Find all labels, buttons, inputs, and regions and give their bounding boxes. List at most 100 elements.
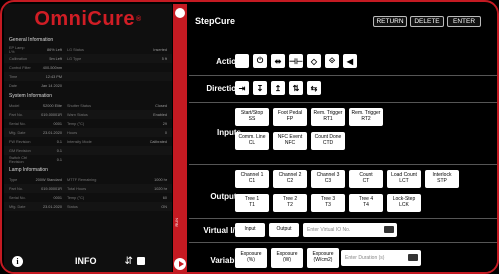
divider (189, 164, 497, 165)
output-button[interactable]: Lock-Step LCK (387, 194, 421, 212)
keyboard-icon[interactable] (408, 254, 418, 261)
info-value: 23.01.2020 (42, 130, 62, 135)
expand-icon[interactable]: ⇹ (271, 54, 285, 68)
general-info-table: EP Lamp L% 86% Left LG Status Inserted Calib… (4, 45, 172, 90)
output-button[interactable]: Interlock STP (425, 170, 459, 188)
input-button[interactable]: NFC Event NFC (273, 132, 307, 150)
info-key: Control Filter (9, 65, 31, 70)
speaker-icon[interactable]: ◀ (343, 54, 357, 68)
contract-icon[interactable]: ⊣⊢ (289, 54, 303, 68)
arrow-swap-icon[interactable]: ⇆ (307, 81, 321, 95)
system-info-title: System Information (9, 93, 53, 99)
lamp-info-table: Type 200W Standard MTTF Remaining 1000 hr Pa… (4, 175, 172, 211)
output-button[interactable]: Tree 4 T4 (349, 194, 383, 212)
info-key: Mfg. Date (9, 130, 26, 135)
output-label: LCK (399, 202, 409, 208)
output-label: T2 (287, 202, 293, 208)
input-label: RT1 (323, 116, 333, 122)
output-button[interactable]: Tree 1 T1 (235, 194, 269, 212)
info-value: 0001 (53, 195, 62, 200)
input-button[interactable]: Rem. Trigger RT2 (349, 108, 383, 126)
plug-icon (136, 257, 145, 265)
info-key: LG Status (67, 47, 84, 52)
run-strip[interactable]: RUN (173, 4, 187, 272)
output-button[interactable]: Tree 2 T2 (273, 194, 307, 212)
virtual-io-input[interactable]: Enter Virtual IO No. (303, 223, 397, 237)
blank-action-button[interactable] (235, 54, 249, 68)
input-label: RT2 (361, 116, 371, 122)
delete-button[interactable]: DELETE (410, 16, 444, 27)
exposure-button[interactable]: Exposure (%) (235, 248, 267, 268)
input-label: SS (248, 116, 256, 122)
power-icon[interactable]: ⏻ (253, 54, 267, 68)
info-value: 0.1 (56, 157, 62, 162)
system-info-table: Model S2000 Elite Shutter Status Closed Part… (4, 101, 172, 164)
input-button[interactable]: Comm. Line CL (235, 132, 269, 150)
divider (189, 218, 497, 219)
strip-top-knob[interactable] (175, 8, 185, 18)
info-icon[interactable]: i (12, 255, 23, 267)
output-button[interactable]: Channel 2 C2 (273, 170, 307, 188)
exposure-button[interactable]: Exposure (W/cm2) (307, 248, 339, 268)
info-value: 1000 hr (154, 177, 167, 182)
info-value: 12:43 PM (45, 74, 62, 79)
input-label: FP (286, 116, 294, 122)
output-button[interactable]: Channel 1 C1 (235, 170, 269, 188)
info-value: Enabled (153, 112, 167, 117)
input-button[interactable]: Start/Stop SS (235, 108, 269, 126)
output-button[interactable]: Count CT (349, 170, 383, 188)
info-key: Date (9, 83, 18, 88)
input-button[interactable]: Foot Pedal FP (273, 108, 307, 126)
info-value: 29 (162, 121, 167, 126)
input-button[interactable]: Rem. Trigger RT1 (311, 108, 345, 126)
info-key: Calibration (9, 56, 28, 61)
arrow-down-icon[interactable]: ↧ (253, 81, 267, 95)
info-key: EP Lamp L% (9, 45, 25, 54)
info-value: 5m Left (49, 56, 62, 61)
info-key: Temp (°C) (67, 121, 85, 126)
info-row: Part No. 019-00001R Total Hours 1020 hr (4, 184, 172, 193)
info-value: 0001 (53, 121, 62, 126)
info-key: Mfg. Date (9, 204, 26, 209)
duration-input[interactable]: Enter Duration (s) (341, 250, 421, 266)
enter-button[interactable]: ENTER (447, 16, 481, 27)
info-key: Status (67, 204, 78, 209)
info-key: Type (9, 177, 18, 182)
info-value: 5 ft (161, 56, 167, 61)
return-button[interactable]: RETURN (373, 16, 407, 27)
virtual-output-button[interactable]: Output (269, 223, 299, 237)
output-button[interactable]: Load Count LCT (387, 170, 421, 188)
info-value: 019-00001R (41, 186, 62, 191)
info-row: Serial No. 0001 Temp (°C) 29 (4, 119, 172, 128)
info-key: GM Revision (9, 148, 31, 153)
diamond-split-icon[interactable]: ⟐ (325, 54, 339, 68)
info-key: Intensity Mode (67, 139, 92, 144)
info-key: Time (9, 74, 18, 79)
virtual-input-button[interactable]: Input (235, 223, 265, 237)
arrow-cycle-icon[interactable]: ⇅ (289, 81, 303, 95)
play-icon[interactable] (174, 258, 186, 270)
keyboard-icon[interactable] (384, 226, 394, 233)
output-label: T1 (249, 202, 255, 208)
info-row: Calibration 5m Left LG Type 5 ft (4, 54, 172, 63)
info-row: Time 12:43 PM (4, 72, 172, 81)
diamond-open-icon[interactable]: ◇ (307, 54, 321, 68)
input-label: CL (248, 140, 256, 146)
info-value: 23.01.2020 (42, 204, 62, 209)
info-label[interactable]: INFO (75, 256, 97, 266)
output-button[interactable]: Channel 3 C3 (311, 170, 345, 188)
output-label: C1 (248, 178, 256, 184)
input-button[interactable]: Count Done CTD (311, 132, 345, 150)
virtual-io-placeholder: Enter Virtual IO No. (307, 227, 351, 233)
info-key: Model (9, 103, 20, 108)
arrow-up-icon[interactable]: ↥ (271, 81, 285, 95)
arrow-right-bar-icon[interactable]: ⇥ (235, 81, 249, 95)
info-key: Hours (67, 130, 78, 135)
lamp-info-title: Lamp Information (9, 167, 48, 173)
info-panel: OmniCure ® General Information EP Lamp L%… (4, 4, 172, 272)
info-row: Serial No. 0001 Temp (°C) 60 (4, 193, 172, 202)
output-button[interactable]: Tree 3 T3 (311, 194, 345, 212)
exposure-button[interactable]: Exposure (W) (271, 248, 303, 268)
info-bar: i INFO ⇵ (4, 250, 172, 272)
info-row: Model S2000 Elite Shutter Status Closed (4, 101, 172, 110)
